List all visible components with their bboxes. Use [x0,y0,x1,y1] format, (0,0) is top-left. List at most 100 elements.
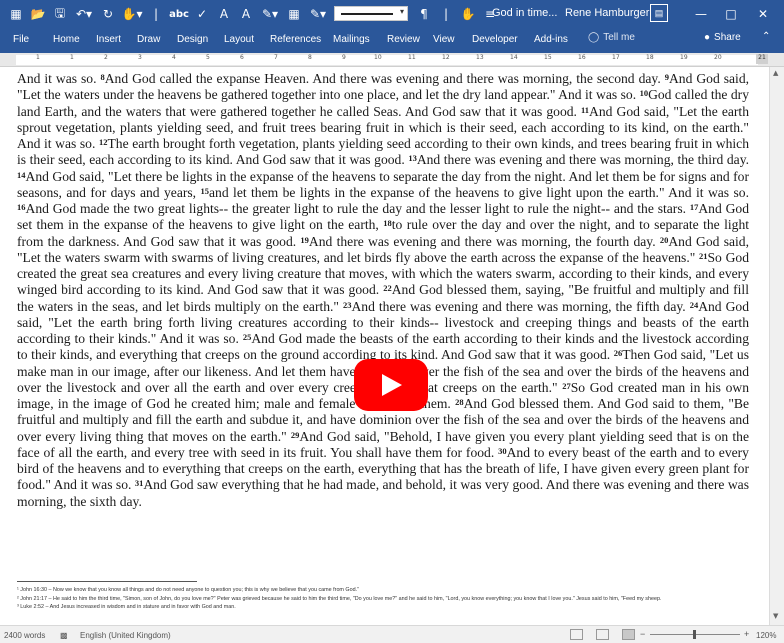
tab-insert[interactable]: Insert [96,34,121,45]
tab-references[interactable]: References [270,34,321,45]
ruler-right-margin[interactable]: 21 [756,54,768,64]
pen-color-icon[interactable]: ✎▾ [306,4,330,24]
web-layout-button[interactable] [622,629,635,640]
print-layout-button[interactable] [596,629,609,640]
verse-number: 11 [581,104,590,115]
word-count[interactable]: 2400 words [4,631,45,640]
document-page[interactable]: And it was so. 8And God called the expan… [0,67,769,625]
touch-mode-icon[interactable]: ✋▾ [120,4,144,24]
close-icon[interactable]: ✕ [748,0,778,27]
verse-number: 26 [613,348,623,359]
tab-view[interactable]: View [433,34,455,45]
tab-add-ins[interactable]: Add-ins [534,34,568,45]
verse-number: 25 [242,332,252,342]
zoom-in-button[interactable]: + [744,629,749,639]
verse-number: 13 [408,153,417,164]
ruler-number: 1 [36,54,40,61]
footnotes: ¹ John 16:30 – Now we know that you know… [17,586,752,612]
highlight-icon[interactable]: ✎▾ [258,4,282,24]
line-style-preview [341,13,393,15]
tab-home[interactable]: Home [53,34,80,45]
separator-icon: | [443,7,449,21]
tab-developer[interactable]: Developer [472,34,518,45]
verse-text: And there was evening and there was morn… [351,298,690,314]
document-body[interactable]: And it was so. 8And God called the expan… [17,71,749,510]
chevron-down-icon: ▾ [399,7,404,16]
verse-number: 18 [383,218,392,229]
ruler-number: 16 [578,54,586,61]
tab-draw[interactable]: Draw [137,34,160,45]
verse-number: 17 [689,202,699,212]
ruler-number: 17 [612,54,620,61]
document-title: God in time... [492,7,558,19]
paragraph-mark-icon[interactable]: ¶ [414,4,434,24]
line-style-dropdown[interactable]: ▾ [334,6,408,21]
tell-me-search[interactable]: ◯ Tell me [588,32,635,43]
ruler-number: 7 [274,54,278,61]
maximize-icon[interactable]: □ [716,0,746,27]
title-bar: ▦ 📂 🖫 ↶▾ ↻ ✋▾ | abc ✓ A A ✎▾ ▦ ✎▾ ▾ ¶ | … [0,0,784,27]
scroll-down-icon[interactable]: ▼ [773,612,778,620]
tell-me-label: Tell me [603,32,635,43]
collapse-ribbon-icon[interactable]: ⌃ [762,31,770,42]
verse-number: 21 [699,250,708,261]
separator-icon: | [153,7,159,21]
ribbon-display-options-icon[interactable]: ▤ [650,4,668,22]
scroll-up-icon[interactable]: ▲ [773,69,778,77]
open-file-icon[interactable]: 📂 [28,4,48,24]
zoom-slider-thumb[interactable] [693,630,696,639]
redo-icon[interactable]: ↻ [98,4,118,24]
save-icon[interactable]: 🖫 [50,4,70,24]
strikethrough-abc-button[interactable]: abc [168,4,190,24]
vertical-scrollbar[interactable]: ▲ ▼ [769,67,784,625]
quick-access-toolbar: ▦ 📂 🖫 ↶▾ ↻ ✋▾ | abc ✓ A A ✎▾ ▦ ✎▾ [6,4,330,24]
touch-pointer-icon[interactable]: ✋ [458,4,478,24]
play-icon [382,374,402,396]
verse-number: 22 [383,283,392,294]
horizontal-ruler[interactable]: 1 1 2 3 4 5 6 7 8 9 10 11 12 13 14 15 16… [0,53,784,67]
tab-review[interactable]: Review [387,34,420,45]
zoom-level[interactable]: 120% [756,631,776,640]
verse-number: 16 [17,202,26,212]
ruler-number: 2 [104,54,108,61]
format-painter-icon[interactable]: ✓ [192,4,212,24]
verse-number: 14 [17,169,26,180]
ruler-number: 10 [374,54,382,61]
zoom-out-button[interactable]: − [640,629,645,639]
read-mode-button[interactable] [570,629,583,640]
verse-number: 15 [200,185,210,196]
video-play-button[interactable] [354,359,428,411]
verse-text: and let them be lights in the expanse of… [209,184,749,200]
tab-design[interactable]: Design [177,34,208,45]
proofing-icon[interactable]: ▩ [60,631,68,640]
minimize-icon[interactable]: — [686,0,716,27]
verse-text: And there was evening and there was morn… [416,152,750,168]
undo-icon[interactable]: ↶▾ [72,4,96,24]
verse-number: 24 [689,299,699,310]
ruler-number: 4 [172,54,176,61]
ruler-number: 12 [442,54,450,61]
verse-number: 9 [664,72,669,82]
verse-number: 23 [342,299,352,310]
language[interactable]: English (United Kingdom) [80,631,171,640]
share-button[interactable]: ● Share [704,32,741,43]
footnote: ² John 21:17 – He said to him the third … [17,595,662,602]
footnote: ³ Luke 2:52 – And Jesus increased in wis… [17,604,236,611]
font-color-icon[interactable]: A [214,4,234,24]
ruler-number: 19 [680,54,688,61]
tab-mailings[interactable]: Mailings [333,34,370,45]
tab-layout[interactable]: Layout [224,34,254,45]
footnote-separator [17,581,197,582]
ruler-number: 5 [206,54,210,61]
word-app-icon: ▦ [10,7,22,21]
ruler-number: 3 [138,54,142,61]
ruler-number: 1 [70,54,74,61]
borders-icon[interactable]: ▦ [284,4,304,24]
text-effects-icon[interactable]: A [236,4,256,24]
user-name[interactable]: Rene Hamburger [565,7,649,19]
share-label: Share [714,32,741,43]
verse-number: 19 [300,234,309,245]
tab-file[interactable]: File [13,34,29,45]
verse-number: 10 [639,88,649,99]
ruler-number: 6 [240,54,244,61]
